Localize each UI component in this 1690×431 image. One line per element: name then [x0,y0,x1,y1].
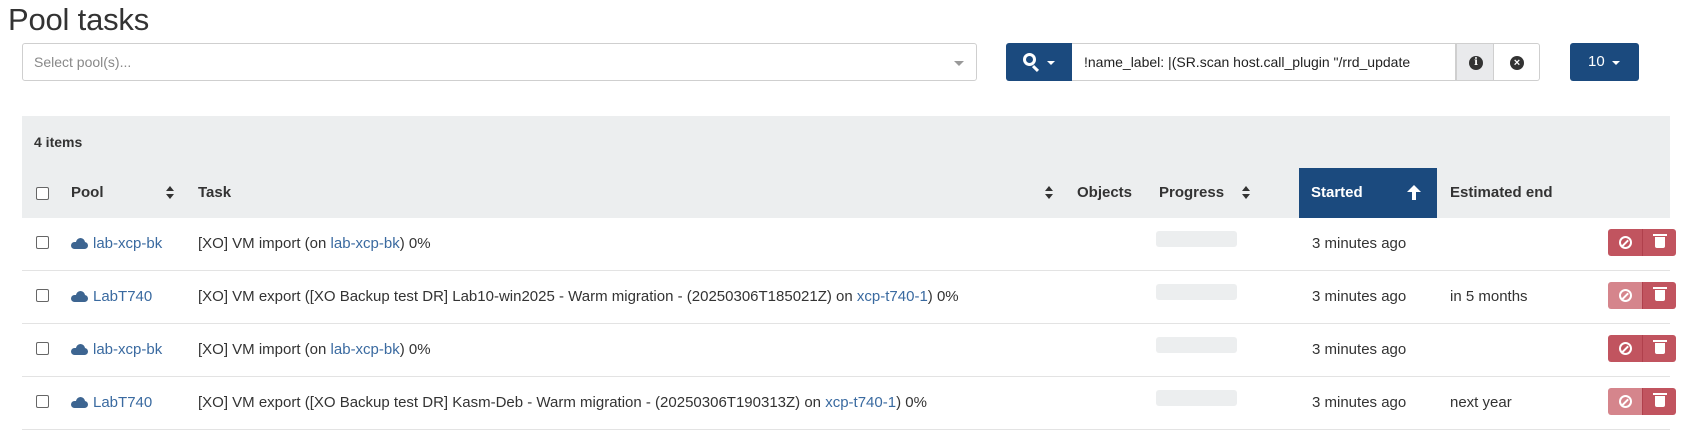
sort-icon[interactable] [165,186,175,200]
ban-icon [1619,236,1632,249]
table-row: LabT740 [XO] VM export ([XO Backup test D… [22,377,1676,430]
started-cell: 3 minutes ago [1312,394,1407,411]
task-text: [XO] VM export ([XO Backup test DR] Lab1… [198,288,857,305]
task-text-suffix: ) 0% [399,235,431,252]
progress-bar [1156,284,1237,300]
delete-task-button[interactable] [1642,229,1676,256]
items-count-bar: 4 items [22,116,1670,168]
row-checkbox[interactable] [36,342,49,355]
select-all-checkbox[interactable] [36,187,49,200]
task-text: [XO] VM export ([XO Backup test DR] Kasm… [198,394,826,411]
column-header-task[interactable]: Task [198,168,231,218]
ban-icon [1619,289,1632,302]
ban-icon [1619,342,1632,355]
column-header-progress[interactable]: Progress [1159,168,1224,218]
task-text: [XO] VM import (on [198,341,331,358]
column-header-objects: Objects [1077,184,1133,201]
pool-select-placeholder: Select pool(s)... [34,54,132,70]
trash-icon [1653,234,1667,248]
cloud-icon [71,397,88,408]
pool-cell: LabT740 [71,271,152,323]
started-cell: 3 minutes ago [1312,341,1407,358]
cancel-task-button[interactable] [1608,388,1642,415]
cloud-icon [71,344,88,355]
clear-icon: × [1510,56,1524,70]
estimated-end-cell: in 5 months [1450,288,1528,305]
delete-task-button[interactable] [1642,388,1676,415]
row-checkbox[interactable] [36,236,49,249]
cloud-icon [71,238,88,249]
ban-icon [1619,395,1632,408]
task-text-suffix: ) 0% [399,341,431,358]
search-mode-button[interactable] [1006,43,1072,81]
column-header-started-label: Started [1311,184,1363,201]
filter-input[interactable]: !name_label: |(SR.scan host.call_plugin … [1072,43,1456,81]
task-cell: [XO] VM export ([XO Backup test DR] Kasm… [198,377,927,429]
task-cell: [XO] VM import (on lab-xcp-bk) 0% [198,324,431,376]
sort-icon[interactable] [1044,186,1054,200]
progress-bar [1156,231,1237,247]
progress-bar [1156,390,1237,406]
cancel-task-button[interactable] [1608,229,1642,256]
pool-link[interactable]: LabT740 [93,288,152,305]
pool-link[interactable]: lab-xcp-bk [93,341,162,358]
task-text-suffix: ) 0% [927,288,959,305]
pool-cell: LabT740 [71,377,152,429]
trash-icon [1653,393,1667,407]
caret-down-icon [1047,61,1055,65]
info-icon: i [1469,56,1483,70]
cancel-task-button[interactable] [1608,282,1642,309]
filter-input-value[interactable]: !name_label: |(SR.scan host.call_plugin … [1084,54,1410,70]
task-host-link[interactable]: xcp-t740-1 [825,394,896,411]
table-row: lab-xcp-bk [XO] VM import (on lab-xcp-bk)… [22,324,1676,377]
trash-icon [1653,287,1667,301]
progress-bar [1156,337,1237,353]
delete-task-button[interactable] [1642,282,1676,309]
pool-cell: lab-xcp-bk [71,324,162,376]
task-host-link[interactable]: xcp-t740-1 [857,288,928,305]
column-header-started[interactable]: Started [1299,168,1437,218]
column-header-estimated-end: Estimated end [1450,184,1553,201]
task-cell: [XO] VM export ([XO Backup test DR] Lab1… [198,271,959,323]
items-count: 4 items [34,134,83,150]
task-text-suffix: ) 0% [896,394,927,411]
column-header-pool[interactable]: Pool [71,168,104,218]
table-row: lab-xcp-bk [XO] VM import (on lab-xcp-bk)… [22,218,1676,271]
task-host-link[interactable]: lab-xcp-bk [331,235,400,252]
caret-down-icon [1612,61,1620,65]
task-cell: [XO] VM import (on lab-xcp-bk) 0% [198,218,431,270]
row-checkbox[interactable] [36,289,49,302]
page-title: Pool tasks [8,2,150,37]
pool-select[interactable]: Select pool(s)... [22,43,977,81]
tasks-table: 4 items Pool Task Objects Progress Start… [22,116,1676,430]
estimated-end-cell: next year [1450,394,1512,411]
cancel-task-button[interactable] [1608,335,1642,362]
chevron-down-icon[interactable] [954,61,964,66]
pool-link[interactable]: lab-xcp-bk [93,235,162,252]
pool-cell: lab-xcp-bk [71,218,162,270]
row-checkbox[interactable] [36,395,49,408]
started-cell: 3 minutes ago [1312,235,1407,252]
task-host-link[interactable]: lab-xcp-bk [331,341,400,358]
clear-filter-button[interactable]: × [1494,43,1540,81]
cloud-icon [71,291,88,302]
pool-link[interactable]: LabT740 [93,394,152,411]
table-header: Pool Task Objects Progress Started Estim… [22,168,1670,218]
task-text: [XO] VM import (on [198,235,331,252]
delete-task-button[interactable] [1642,335,1676,362]
items-per-page-button[interactable]: 10 [1570,43,1639,81]
sort-icon[interactable] [1241,186,1251,200]
filter-help-button[interactable]: i [1456,43,1494,81]
trash-icon [1653,340,1667,354]
table-row: LabT740 [XO] VM export ([XO Backup test D… [22,271,1676,324]
sort-ascending-icon [1407,185,1421,201]
started-cell: 3 minutes ago [1312,288,1407,305]
items-per-page-value: 10 [1588,53,1605,70]
search-icon [1023,53,1036,66]
